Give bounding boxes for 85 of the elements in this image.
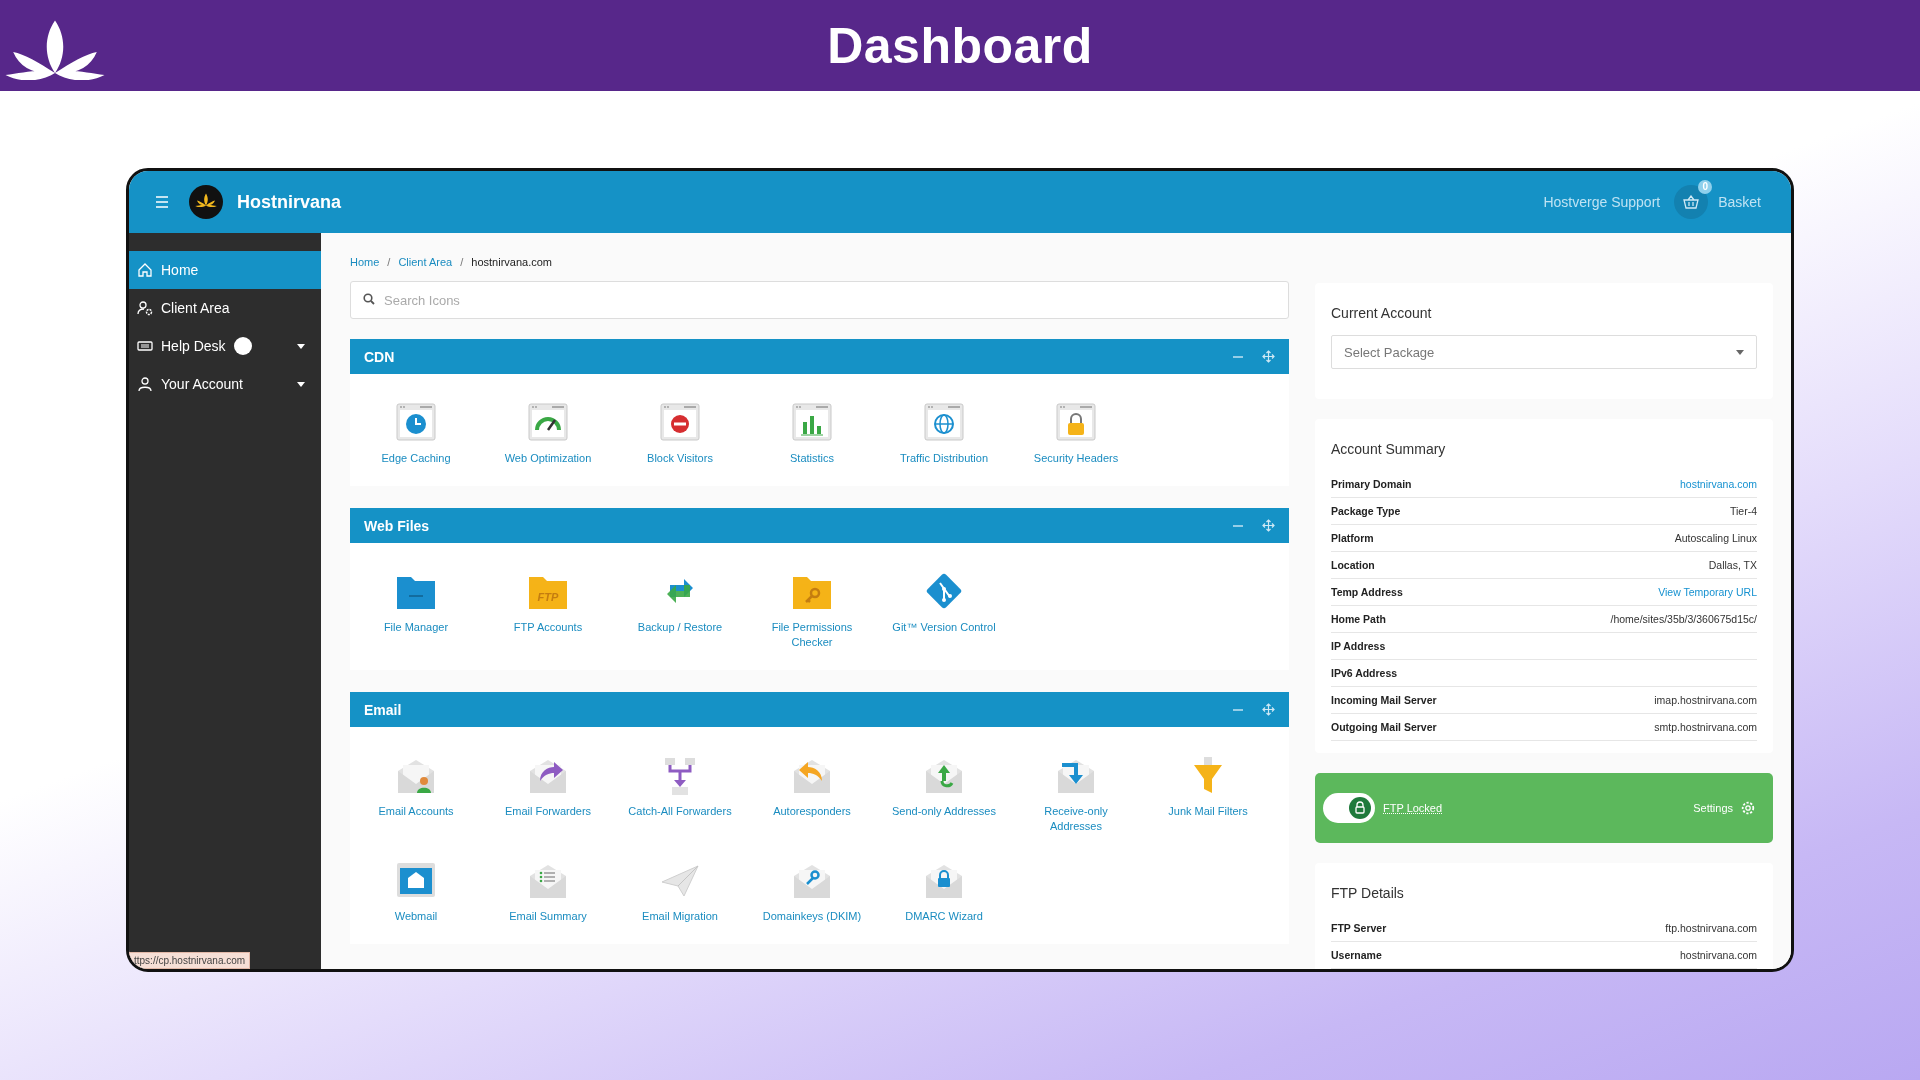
field-value: Autoscaling Linux — [1674, 532, 1757, 544]
field-label: IPv6 Address — [1331, 667, 1398, 679]
move-icon — [1262, 519, 1275, 532]
tool-link[interactable]: DMARC Wizard — [889, 909, 999, 924]
tool-link[interactable]: Email Forwarders — [493, 804, 603, 819]
sidebar-item[interactable]: Home — [129, 251, 321, 289]
tool-link[interactable]: Junk Mail Filters — [1153, 804, 1263, 819]
tool-link[interactable]: Domainkeys (DKIM) — [757, 909, 867, 924]
search-field[interactable]: Search Icons — [350, 281, 1289, 319]
tool-link[interactable]: Traffic Distribution — [889, 451, 999, 466]
tool-link[interactable]: Security Headers — [1021, 451, 1131, 466]
count-badge: 0 — [1698, 180, 1713, 194]
card-title: Account Summary — [1331, 441, 1447, 457]
lock-toggle[interactable] — [1323, 793, 1375, 823]
user-gear-icon — [137, 300, 153, 316]
settings-link[interactable]: Settings — [1693, 801, 1755, 815]
field-value: hostnirvana.com — [1679, 949, 1757, 961]
search-icon — [363, 293, 375, 305]
basket-link[interactable]: Basket — [1718, 194, 1761, 210]
basket-icon — [1683, 195, 1700, 209]
tool-link[interactable]: Email Accounts — [361, 804, 471, 819]
tool-link[interactable]: Statistics — [757, 451, 867, 466]
card-title: Current Account — [1331, 305, 1433, 321]
field-label: Outgoing Mail Server — [1331, 721, 1437, 733]
user-icon — [137, 376, 153, 392]
padlock-icon — [1349, 797, 1371, 819]
section-header[interactable]: CDN — [350, 339, 1289, 374]
tool-link[interactable]: Git™ Version Control — [889, 620, 999, 635]
field-value: imap.hostnirvana.com — [1654, 694, 1757, 706]
field-label: Location — [1331, 559, 1375, 571]
field-label: Package Type — [1331, 505, 1401, 517]
value-link[interactable]: View Temporary URL — [1658, 586, 1757, 598]
support-link[interactable]: Hostverge Support — [1543, 194, 1661, 210]
tool-link[interactable]: Block Visitors — [625, 451, 735, 466]
brand-name: Hostnirvana — [237, 191, 342, 213]
tool-link[interactable]: FTP Accounts — [493, 620, 603, 635]
card-title: FTP Details — [1331, 885, 1405, 901]
tool-link[interactable]: Edge Caching — [361, 451, 471, 466]
ftp-locked-link[interactable]: FTP Locked — [1383, 802, 1443, 814]
field-label: IP Address — [1331, 640, 1386, 652]
tool-link[interactable]: Catch-All Forwarders — [625, 804, 735, 819]
tool-link[interactable]: Email Migration — [625, 909, 735, 924]
field-label: Incoming Mail Server — [1331, 694, 1437, 706]
field-label: FTP Server — [1331, 922, 1387, 934]
sidebar-item[interactable]: Client Area — [129, 289, 321, 327]
tool-link[interactable]: File Manager — [361, 620, 471, 635]
settings-icon — [1741, 801, 1755, 815]
package-select[interactable]: Select Package — [1331, 335, 1757, 369]
field-label: Primary Domain — [1331, 478, 1412, 490]
tool-link[interactable]: Backup / Restore — [625, 620, 735, 635]
tool-link[interactable]: Web Optimization — [493, 451, 603, 466]
field-value: smtp.hostnirvana.com — [1654, 721, 1757, 733]
section-header[interactable]: Web Files — [350, 508, 1289, 543]
tool-link[interactable]: File Permissions Checker — [757, 620, 867, 650]
move-icon — [1262, 703, 1275, 716]
status-url: ttps://cp.hostnirvana.com — [129, 952, 251, 969]
field-value: Dallas, TX — [1708, 559, 1757, 571]
field-label: Username — [1331, 949, 1382, 961]
menu-icon — [155, 196, 169, 208]
page-title: Dashboard — [827, 16, 1093, 75]
breadcrumb-current: hostnirvana.com — [471, 256, 552, 268]
sidebar-item[interactable]: Your Account — [129, 365, 321, 403]
tool-link[interactable]: Email Summary — [493, 909, 603, 924]
breadcrumb-link[interactable]: Home — [350, 256, 380, 268]
field-value: ftp.hostnirvana.com — [1665, 922, 1757, 934]
section-header[interactable]: Email — [350, 692, 1289, 727]
field-label: Temp Address — [1331, 586, 1403, 598]
lotus-logo-icon — [189, 185, 223, 219]
field-value: Tier-4 — [1729, 505, 1757, 517]
breadcrumb-separator: / — [460, 256, 464, 268]
field-label: Platform — [1331, 532, 1374, 544]
value-link[interactable]: hostnirvana.com — [1679, 478, 1757, 490]
tool-link[interactable]: Autoresponders — [757, 804, 867, 819]
tool-link[interactable]: Webmail — [361, 909, 471, 924]
field-value: /home/sites/35b/3/360675d15c/ — [1610, 613, 1757, 625]
breadcrumb-separator: / — [387, 256, 391, 268]
ticket-icon — [137, 338, 153, 354]
tool-link[interactable]: Receive-only Addresses — [1021, 804, 1131, 834]
breadcrumb-link[interactable]: Client Area — [398, 256, 453, 268]
tool-link[interactable]: Send-only Addresses — [889, 804, 999, 819]
home-icon — [137, 262, 153, 278]
move-icon — [1262, 350, 1275, 363]
field-label: Home Path — [1331, 613, 1386, 625]
sidebar-item[interactable]: Help Desk — [129, 327, 321, 365]
caret-icon — [1736, 349, 1744, 355]
